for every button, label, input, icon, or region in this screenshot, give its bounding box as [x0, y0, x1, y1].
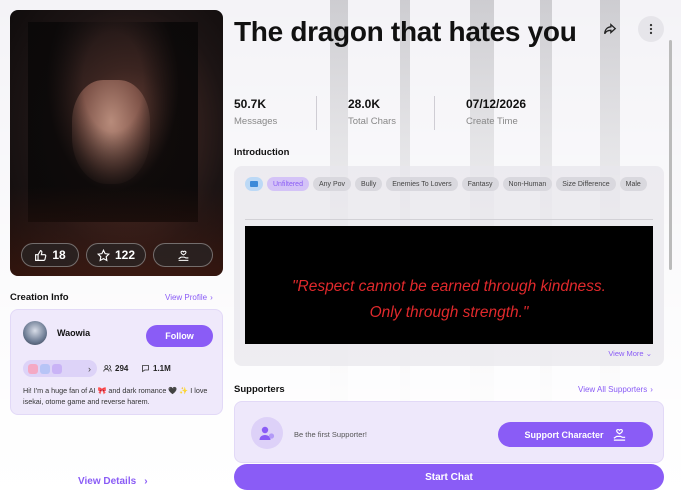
start-chat-button[interactable]: Start Chat — [234, 464, 664, 490]
scrollbar[interactable] — [669, 40, 672, 270]
tag-male[interactable]: Male — [619, 177, 647, 191]
intro-quote: "Respect cannot be earned through kindne… — [292, 278, 606, 321]
supporters-empty-text: Be the first Supporter! — [294, 430, 367, 439]
tag-bully[interactable]: Bully — [355, 177, 383, 191]
chevron-down-icon: ⌄ — [645, 349, 652, 358]
chevron-right-icon: › — [650, 385, 653, 394]
chevron-right-icon: › — [88, 363, 91, 374]
badge-icon — [28, 363, 38, 374]
view-more-link[interactable]: View More ⌄ — [608, 349, 652, 358]
divider — [434, 96, 435, 130]
chevron-right-icon: › — [144, 476, 148, 487]
supporter-placeholder-icon — [251, 417, 283, 449]
creator-name[interactable]: Waowia — [57, 328, 90, 338]
divider — [316, 96, 317, 130]
hand-heart-icon — [177, 250, 188, 261]
introduction-panel: Unfiltered Any Pov Bully Enemies To Love… — [234, 166, 664, 366]
like-count: 18 — [52, 248, 66, 262]
character-cover-image: 18 122 — [10, 10, 223, 276]
view-all-supporters-link[interactable]: View All Supporters › — [578, 385, 653, 394]
tag-fantasy[interactable]: Fantasy — [461, 177, 499, 191]
tag-any-pov[interactable]: Any Pov — [312, 177, 352, 191]
badge-list[interactable]: › — [23, 360, 97, 377]
creator-card: Waowia Follow › 294 1.1M Hi! I'm a huge … — [10, 309, 223, 415]
introduction-heading: Introduction — [234, 147, 290, 158]
supporters-panel: Be the first Supporter! Support Characte… — [234, 401, 664, 463]
intro-quote-image: "Respect cannot be earned through kindne… — [245, 226, 653, 344]
favorite-button[interactable]: 122 — [86, 243, 146, 267]
stat-create-time: 07/12/2026 Create Time — [466, 97, 527, 127]
users-icon — [103, 365, 112, 372]
share-icon — [604, 23, 617, 35]
tag-non-human[interactable]: Non-Human — [502, 177, 553, 191]
chevron-right-icon: › — [210, 293, 213, 302]
favorite-count: 122 — [114, 248, 136, 262]
like-button[interactable]: 18 — [21, 243, 79, 267]
creator-bio: Hi! I'm a huge fan of AI 🎀 and dark roma… — [23, 386, 208, 406]
gift-support-button[interactable] — [153, 243, 213, 267]
tag-unfiltered[interactable]: Unfiltered — [267, 177, 309, 191]
character-stats: 50.7K Messages 28.0K Total Chars 07/12/2… — [234, 97, 586, 127]
tag-list: Unfiltered Any Pov Bully Enemies To Love… — [245, 177, 650, 191]
more-options-button[interactable] — [638, 16, 664, 42]
stat-messages: 50.7K Messages — [234, 97, 278, 127]
supporters-heading: Supporters — [234, 384, 285, 395]
star-icon — [96, 248, 110, 262]
image-tag-icon[interactable] — [245, 177, 263, 191]
hand-heart-icon — [613, 428, 625, 441]
share-button[interactable] — [597, 16, 623, 42]
chat-icon — [142, 365, 149, 373]
creation-info-heading: Creation Info — [10, 292, 69, 303]
badge-icon — [40, 363, 50, 374]
stat-total-chars: 28.0K Total Chars — [348, 97, 397, 127]
tag-size-difference[interactable]: Size Difference — [556, 177, 616, 191]
support-character-button[interactable]: Support Character — [498, 422, 653, 447]
character-title: The dragon that hates you — [234, 16, 577, 47]
follow-button[interactable]: Follow — [146, 325, 213, 347]
view-profile-link[interactable]: View Profile › — [165, 293, 213, 302]
tag-enemies-to-lovers[interactable]: Enemies To Lovers — [386, 177, 458, 191]
view-details-button[interactable]: View Details › — [78, 476, 148, 487]
badge-icon — [52, 363, 62, 374]
chat-count: 1.1M — [141, 364, 171, 373]
follower-count: 294 — [103, 364, 128, 373]
more-vertical-icon — [649, 23, 653, 35]
thumbs-up-icon — [35, 249, 47, 261]
avatar[interactable] — [23, 321, 47, 345]
divider — [245, 219, 653, 220]
